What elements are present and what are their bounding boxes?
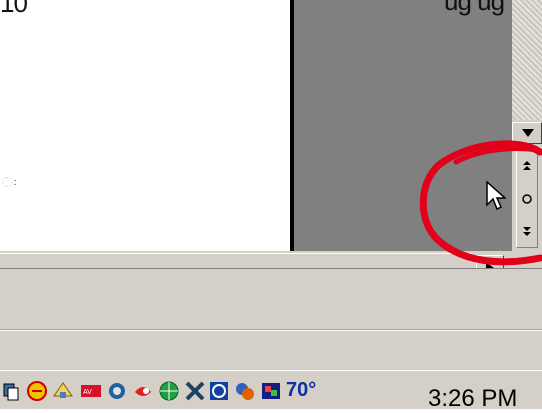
document-page[interactable]: 10 ઃ [0, 0, 290, 251]
document-margin-mark: ઃ [2, 174, 18, 190]
gutter-text-fragment: ug ug [444, 0, 505, 16]
next-page-button[interactable] [519, 221, 535, 241]
double-down-arrow-icon [523, 227, 531, 236]
circle-icon [522, 194, 532, 204]
hardware-icon[interactable] [52, 380, 74, 402]
globe-icon[interactable] [158, 380, 180, 402]
svg-text:AV: AV [83, 389, 92, 396]
network-icon[interactable] [2, 380, 24, 402]
volume-icon[interactable] [106, 380, 128, 402]
mouse-cursor-icon [486, 181, 506, 211]
page-gutter: ug ug [294, 0, 512, 251]
media-icon[interactable] [260, 380, 282, 402]
tools-icon[interactable] [184, 380, 206, 402]
status-bar [0, 268, 542, 330]
toolbar-strip [0, 330, 542, 370]
triangle-down-icon [522, 129, 534, 137]
vertical-scrollbar[interactable] [512, 0, 542, 268]
document-text-fragment: 10 [0, 0, 28, 18]
system-tray: AV 70° 3:26 PM [0, 370, 542, 412]
messenger-icon[interactable] [132, 380, 154, 402]
mcafee-icon[interactable]: AV [80, 380, 102, 402]
browse-buttons-panel [516, 148, 538, 248]
antivirus-icon[interactable] [26, 380, 48, 402]
sync-icon[interactable] [208, 380, 230, 402]
select-browse-object-button[interactable] [519, 189, 535, 209]
scroll-down-button[interactable] [512, 122, 542, 144]
weather-icon[interactable]: 70° [286, 379, 316, 402]
vertical-scroll-track[interactable] [512, 0, 542, 120]
previous-page-button[interactable] [519, 157, 535, 177]
double-up-arrow-icon [523, 161, 531, 170]
updates-icon[interactable] [234, 380, 256, 402]
